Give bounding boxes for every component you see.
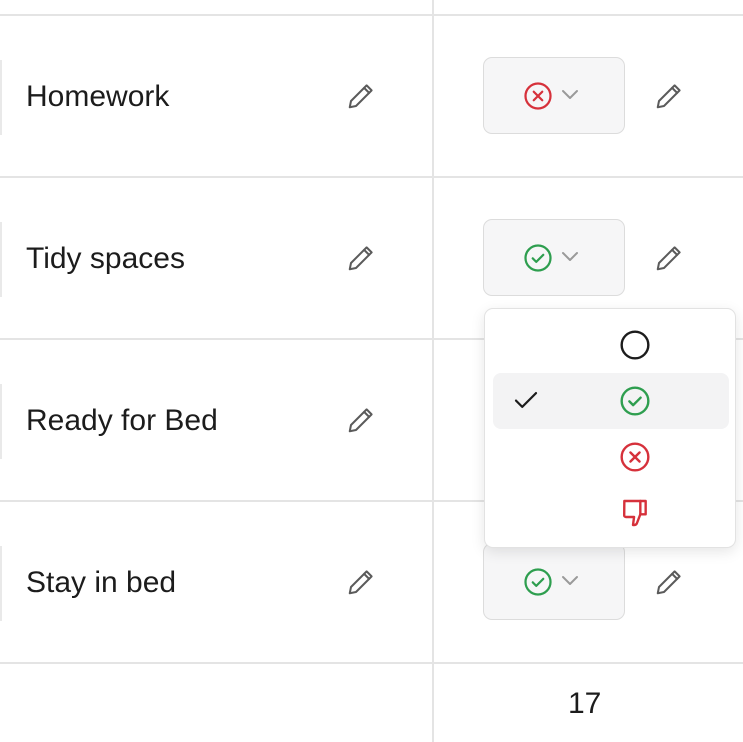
row-divider: [0, 14, 743, 16]
x-circle-icon: [524, 82, 552, 110]
row-divider: [0, 662, 743, 664]
chevron-down-icon: [562, 90, 578, 99]
row-edge: [0, 60, 2, 135]
status-dropdown-button[interactable]: [483, 543, 625, 620]
check-circle-icon: [524, 244, 552, 272]
pencil-icon[interactable]: [654, 567, 684, 597]
x-circle-icon: [620, 442, 650, 472]
pencil-icon[interactable]: [346, 243, 376, 273]
row-edge: [0, 384, 2, 459]
pencil-icon[interactable]: [654, 243, 684, 273]
check-circle-icon: [620, 386, 650, 416]
total-count: 17: [568, 687, 602, 720]
check-circle-icon: [524, 568, 552, 596]
task-name: Ready for Bed: [26, 404, 218, 437]
status-option-complete[interactable]: [493, 373, 729, 429]
chevron-down-icon: [562, 252, 578, 261]
row-edge: [0, 546, 2, 621]
task-name: Stay in bed: [26, 566, 177, 599]
pencil-icon[interactable]: [346, 567, 376, 597]
status-menu: [484, 308, 736, 548]
row-divider: [0, 176, 743, 178]
status-dropdown-button[interactable]: [483, 219, 625, 296]
task-name: Homework: [26, 80, 170, 113]
pencil-icon[interactable]: [654, 81, 684, 111]
pencil-icon[interactable]: [346, 405, 376, 435]
task-name: Tidy spaces: [26, 242, 185, 275]
pencil-icon[interactable]: [346, 81, 376, 111]
status-option-incomplete[interactable]: [493, 429, 729, 485]
chevron-down-icon: [562, 576, 578, 585]
checkmark-icon: [514, 392, 538, 408]
empty-circle-icon: [620, 330, 650, 360]
status-option-not-started[interactable]: [493, 317, 729, 373]
status-option-thumbs-down[interactable]: [493, 485, 729, 541]
thumbs-down-icon: [622, 499, 647, 527]
column-divider: [432, 0, 434, 742]
status-dropdown-button[interactable]: [483, 57, 625, 134]
row-edge: [0, 222, 2, 297]
